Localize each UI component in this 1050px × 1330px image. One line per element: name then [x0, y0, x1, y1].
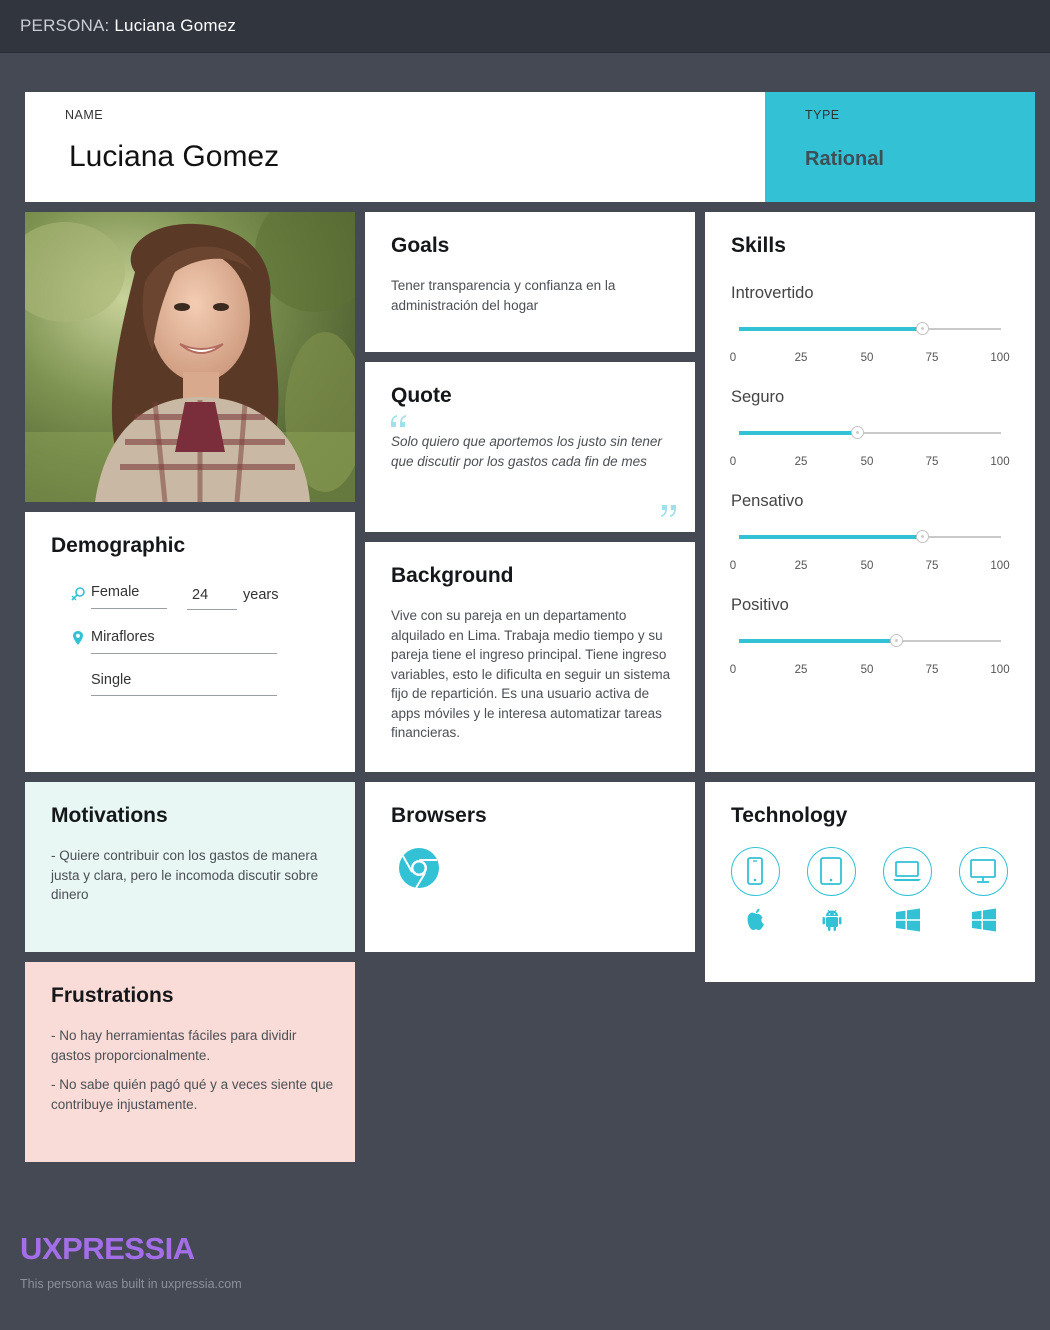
status-underline	[91, 695, 277, 696]
age-unit: years	[243, 587, 279, 603]
age-underline	[187, 609, 237, 610]
windows-icon[interactable]	[969, 905, 999, 935]
persona-name[interactable]: Luciana Gomez	[69, 140, 279, 174]
laptop-icon[interactable]	[883, 847, 932, 896]
skill-slider-handle[interactable]	[916, 322, 930, 335]
skill-tick-label: 100	[990, 560, 1010, 572]
skill-label: Positivo	[731, 596, 789, 614]
quote-card: Quote Solo quiero que aportemos los just…	[365, 362, 695, 532]
skill-slider-handle[interactable]	[916, 530, 930, 543]
skill-slider[interactable]	[739, 530, 1001, 543]
age-field[interactable]: 24	[192, 587, 208, 603]
skill-slider-handle[interactable]	[850, 426, 864, 439]
frustrations-card: Frustrations - No hay herramientas fácil…	[25, 962, 355, 1162]
name-label: NAME	[65, 108, 104, 122]
skill-slider-handle[interactable]	[890, 634, 904, 647]
uxpressia-logo[interactable]: UXPRESSIA	[20, 1231, 195, 1267]
skill-slider-fill	[739, 327, 923, 331]
open-quote-icon	[391, 415, 406, 427]
persona-title: PERSONA: Luciana Gomez	[20, 16, 236, 36]
android-icon[interactable]	[817, 905, 847, 935]
close-quote-icon	[661, 505, 676, 517]
technology-card: Technology	[705, 782, 1035, 982]
goals-title: Goals	[391, 234, 450, 257]
background-title: Background	[391, 564, 514, 587]
skill-label: Pensativo	[731, 492, 804, 510]
skill-slider[interactable]	[739, 322, 1001, 335]
skill-label: Seguro	[731, 388, 785, 406]
smartphone-icon[interactable]	[731, 847, 780, 896]
skill-tick-label: 75	[925, 560, 939, 572]
browsers-card: Browsers	[365, 782, 695, 952]
skill-tick-label: 50	[860, 560, 874, 572]
quote-text[interactable]: Solo quiero que aportemos los justo sin …	[391, 432, 673, 471]
skill-label: Introvertido	[731, 284, 814, 302]
windows-icon[interactable]	[893, 905, 923, 935]
persona-title-name: Luciana Gomez	[114, 16, 237, 35]
type-card: TYPE Rational	[765, 92, 1035, 202]
name-card: NAME Luciana Gomez	[25, 92, 765, 202]
skill-tick-label: 0	[729, 664, 737, 676]
skill-tick-label: 75	[925, 664, 939, 676]
frustration-item[interactable]: - No sabe quién pagó qué y a veces sient…	[51, 1075, 335, 1114]
status-field[interactable]: Single	[91, 672, 131, 688]
skill-tick-label: 100	[990, 664, 1010, 676]
persona-photo	[25, 212, 355, 502]
location-field[interactable]: Miraflores	[91, 629, 155, 645]
skill-slider-fill	[739, 639, 897, 643]
skill-tick-label: 100	[990, 456, 1010, 468]
skill-tick-label: 0	[729, 456, 737, 468]
type-label: TYPE	[805, 108, 840, 122]
goals-text[interactable]: Tener transparencia y confianza en la ad…	[391, 276, 671, 315]
top-bar: PERSONA: Luciana Gomez	[0, 0, 1050, 53]
frustrations-title: Frustrations	[51, 984, 174, 1007]
skill-tick-label: 25	[794, 664, 808, 676]
portrait-image	[25, 212, 355, 502]
demographic-card: Demographic Female 24 years Miraflores S…	[25, 512, 355, 772]
skill-slider-fill	[739, 535, 923, 539]
demographic-title: Demographic	[51, 534, 186, 557]
skill-slider[interactable]	[739, 634, 1001, 647]
chrome-icon[interactable]	[398, 847, 440, 889]
quote-title: Quote	[391, 384, 452, 407]
location-pin-icon	[73, 631, 83, 645]
skill-tick-label: 25	[794, 456, 808, 468]
skill-tick-label: 50	[860, 456, 874, 468]
skill-tick-label: 100	[990, 352, 1010, 364]
skills-card: Skills Introvertido 0 25 50 75 100 Seguro 0 25 50…	[705, 212, 1035, 772]
motivations-card: Motivations - Quiere contribuir con los …	[25, 782, 355, 952]
gender-underline	[91, 608, 167, 609]
skill-slider[interactable]	[739, 426, 1001, 439]
skills-title: Skills	[731, 234, 786, 257]
motivation-item[interactable]: - Quiere contribuir con los gastos de ma…	[51, 846, 331, 905]
background-text[interactable]: Vive con su pareja en un departamento al…	[391, 606, 675, 743]
gender-field[interactable]: Female	[91, 584, 139, 600]
apple-icon[interactable]	[741, 905, 771, 935]
skill-slider-fill	[739, 431, 857, 435]
tablet-icon[interactable]	[807, 847, 856, 896]
goals-card: Goals Tener transparencia y confianza en…	[365, 212, 695, 352]
skill-tick-label: 25	[794, 560, 808, 572]
browsers-title: Browsers	[391, 804, 487, 827]
location-underline	[91, 653, 277, 654]
background-card: Background Vive con su pareja en un depa…	[365, 542, 695, 772]
skill-tick-label: 50	[860, 352, 874, 364]
motivations-title: Motivations	[51, 804, 168, 827]
skill-tick-label: 0	[729, 352, 737, 364]
skill-tick-label: 75	[925, 352, 939, 364]
skill-tick-label: 50	[860, 664, 874, 676]
footer-text: This persona was built in uxpressia.com	[20, 1277, 242, 1291]
persona-title-prefix: PERSONA:	[20, 16, 110, 35]
skill-tick-label: 25	[794, 352, 808, 364]
frustration-item[interactable]: - No hay herramientas fáciles para divid…	[51, 1026, 335, 1065]
type-value[interactable]: Rational	[805, 148, 884, 171]
skill-tick-label: 0	[729, 560, 737, 572]
desktop-icon[interactable]	[959, 847, 1008, 896]
technology-title: Technology	[731, 804, 848, 827]
gender-icon	[71, 587, 85, 601]
skill-tick-label: 75	[925, 456, 939, 468]
